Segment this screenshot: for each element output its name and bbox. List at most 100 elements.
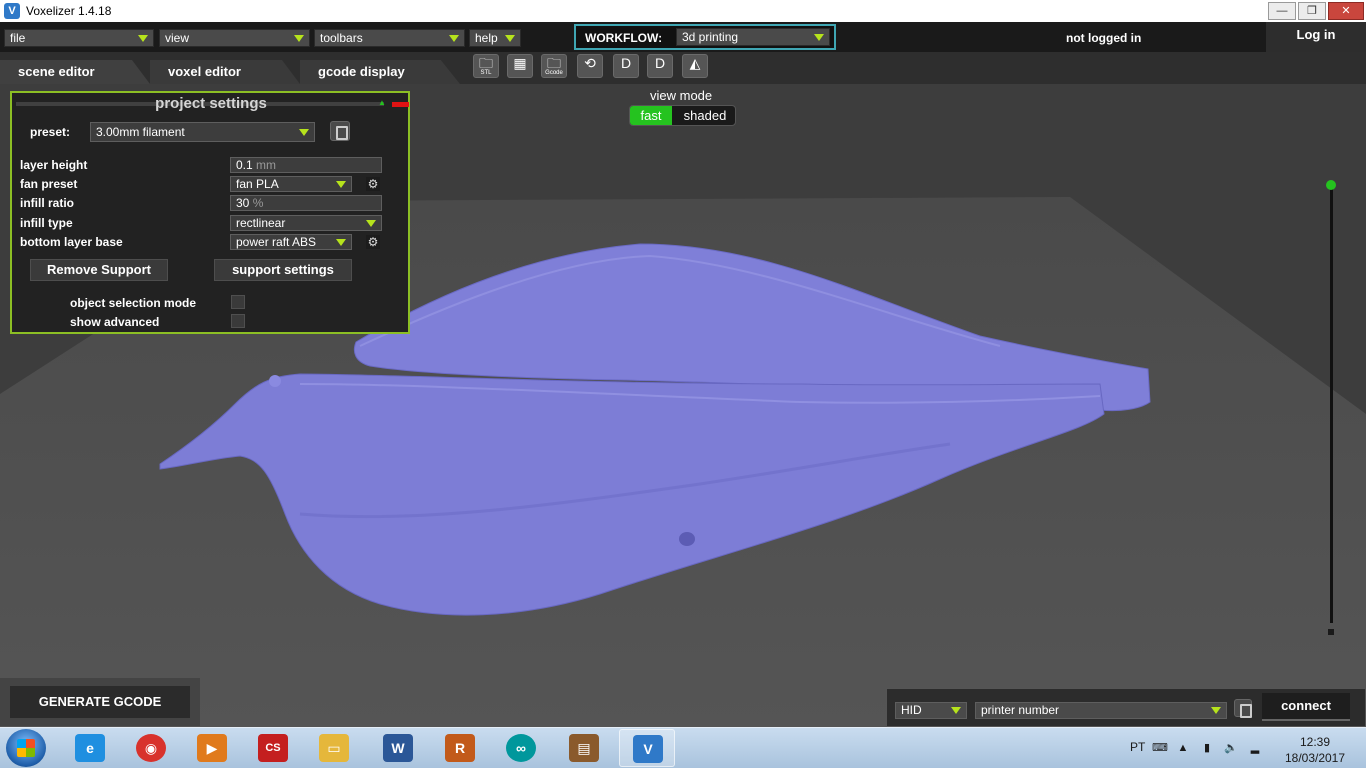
view-mode-shaded[interactable]: shaded	[674, 106, 735, 125]
open-stl-caption: STL	[480, 70, 492, 76]
taskbar-app-6[interactable]: R	[432, 729, 488, 767]
save-connection-icon[interactable]	[1234, 699, 1252, 718]
tab-gcode-display[interactable]: gcode display	[300, 60, 460, 84]
infill-ratio-value: 30	[236, 196, 250, 210]
layer-slider-bottom-handle[interactable]	[1328, 629, 1334, 635]
layer-height-value: 0.1	[236, 158, 253, 172]
tab-voxel-editor[interactable]: voxel editor	[150, 60, 300, 84]
eagle-icon: CS	[258, 734, 288, 762]
infill-type-label: infill type	[20, 216, 73, 230]
taskbar-app-8[interactable]: ▤	[556, 729, 612, 767]
taskbar-app-9[interactable]: V	[619, 729, 675, 767]
login-button[interactable]: Log in	[1266, 22, 1366, 52]
open-gcode-glyph: 🗀	[547, 55, 561, 71]
chevron-down-icon	[814, 34, 824, 41]
voxelizer-taskbar-icon: V	[633, 735, 663, 763]
chevron-down-icon	[1211, 707, 1221, 714]
layer-height-label: layer height	[20, 158, 88, 172]
infill-ratio-field[interactable]: 30 %	[230, 195, 382, 211]
chevron-down-icon	[294, 35, 304, 42]
file-explorer-icon: ▭	[319, 734, 349, 762]
view-mode-fast[interactable]: fast	[630, 106, 672, 125]
power-icon[interactable]: ▮	[1200, 741, 1214, 755]
preset-dropdown[interactable]: 3.00mm filament	[90, 122, 315, 142]
login-status: not logged in	[1066, 31, 1142, 45]
bottom-layer-base-label: bottom layer base	[20, 235, 123, 249]
keyboard-icon[interactable]: ⌨	[1152, 741, 1168, 755]
remove-support-button[interactable]: Remove Support	[30, 259, 168, 281]
printer-connection-bar: HID printer number connect	[886, 688, 1366, 727]
open-gcode-icon[interactable]: 🗀 Gcode	[541, 54, 567, 78]
taskbar-app-4[interactable]: ▭	[306, 729, 362, 767]
layer-slider-top-handle[interactable]	[1326, 180, 1336, 190]
view-mode-label: view mode	[650, 88, 713, 103]
gear-icon[interactable]: ⚙	[366, 235, 380, 249]
help-menu[interactable]: help	[469, 29, 521, 47]
support-settings-button[interactable]: support settings	[214, 259, 352, 281]
view-menu-label: view	[165, 31, 190, 45]
d-up-glyph: D	[654, 55, 666, 71]
taskbar-app-1[interactable]: ◉	[123, 729, 179, 767]
arduino-icon: ∞	[506, 734, 536, 762]
d-arrow-up-icon[interactable]: D	[647, 54, 673, 78]
rotate-icon[interactable]: ⟲	[577, 54, 603, 78]
help-menu-label: help	[475, 31, 498, 45]
windows-taskbar: e ◉ ▶ CS ▭ W R ∞ ▤ V PT ⌨ ▲ ▮ 🔈 ▂ 12:39 …	[0, 727, 1366, 768]
rotate-glyph: ⟲	[584, 55, 596, 71]
taskbar-app-7[interactable]: ∞	[493, 729, 549, 767]
printer-number-dropdown[interactable]: printer number	[975, 702, 1227, 719]
infill-ratio-label: infill ratio	[20, 196, 74, 210]
d-arrow-down-icon[interactable]: D	[613, 54, 639, 78]
file-menu[interactable]: file	[4, 29, 154, 47]
copper-cam-icon: ▤	[569, 734, 599, 762]
network-signal-icon[interactable]: ▂	[1248, 741, 1262, 755]
layer-height-unit: mm	[256, 158, 277, 172]
layer-height-field[interactable]: 0.1 mm	[230, 157, 382, 173]
chrome-icon: ◉	[136, 734, 166, 762]
collapse-arrow-icon[interactable]: ▲	[378, 98, 386, 107]
checker-glyph: ▦	[513, 55, 527, 71]
project-settings-panel: project settings ▲ preset: 3.00mm filame…	[10, 91, 410, 334]
open-stl-icon[interactable]: 🗀 STL	[473, 54, 499, 78]
chevron-down-icon	[505, 35, 515, 42]
ultimaker-icon[interactable]: ◭	[682, 54, 708, 78]
open-gcode-caption: Gcode	[545, 70, 563, 76]
connect-button[interactable]: connect	[1262, 693, 1350, 721]
view-menu[interactable]: view	[159, 29, 310, 47]
window-title: Voxelizer 1.4.18	[26, 4, 112, 18]
tray-expand-icon[interactable]: ▲	[1176, 741, 1190, 755]
bottom-layer-base-dropdown[interactable]: power raft ABS	[230, 234, 352, 250]
taskbar-app-3[interactable]: CS	[245, 729, 301, 767]
generate-gcode-button[interactable]: GENERATE GCODE	[10, 686, 190, 718]
window-titlebar: V Voxelizer 1.4.18 — ❐ ✕	[0, 0, 1366, 22]
tab-scene-editor[interactable]: scene editor	[0, 60, 150, 84]
fan-preset-dropdown[interactable]: fan PLA	[230, 176, 352, 192]
close-panel-icon[interactable]	[392, 102, 409, 107]
toolbars-menu[interactable]: toolbars	[314, 29, 465, 47]
infill-type-dropdown[interactable]: rectlinear	[230, 215, 382, 231]
workflow-selector: WORKFLOW: 3d printing	[574, 24, 836, 50]
connection-type-dropdown[interactable]: HID	[895, 702, 967, 719]
show-advanced-checkbox[interactable]	[231, 314, 245, 328]
minimize-button[interactable]: —	[1268, 2, 1296, 20]
start-button[interactable]	[6, 729, 46, 767]
chevron-down-icon	[138, 35, 148, 42]
taskbar-app-0[interactable]: e	[62, 729, 118, 767]
layer-slider-track[interactable]	[1330, 185, 1333, 623]
language-indicator[interactable]: PT	[1130, 740, 1145, 754]
maximize-button[interactable]: ❐	[1298, 2, 1326, 20]
workflow-dropdown[interactable]: 3d printing	[676, 28, 830, 46]
save-preset-icon[interactable]	[330, 121, 350, 141]
taskbar-app-2[interactable]: ▶	[184, 729, 240, 767]
media-player-icon: ▶	[197, 734, 227, 762]
close-button[interactable]: ✕	[1328, 2, 1364, 20]
gear-icon[interactable]: ⚙	[366, 177, 380, 191]
object-selection-mode-label: object selection mode	[70, 296, 197, 310]
taskbar-app-5[interactable]: W	[370, 729, 426, 767]
clock-time[interactable]: 12:39	[1293, 735, 1337, 749]
object-selection-mode-checkbox[interactable]	[231, 295, 245, 309]
checker-icon[interactable]: ▦	[507, 54, 533, 78]
volume-icon[interactable]: 🔈	[1224, 741, 1238, 755]
clock-date[interactable]: 18/03/2017	[1280, 751, 1350, 765]
bottom-layer-base-value: power raft ABS	[236, 235, 317, 249]
